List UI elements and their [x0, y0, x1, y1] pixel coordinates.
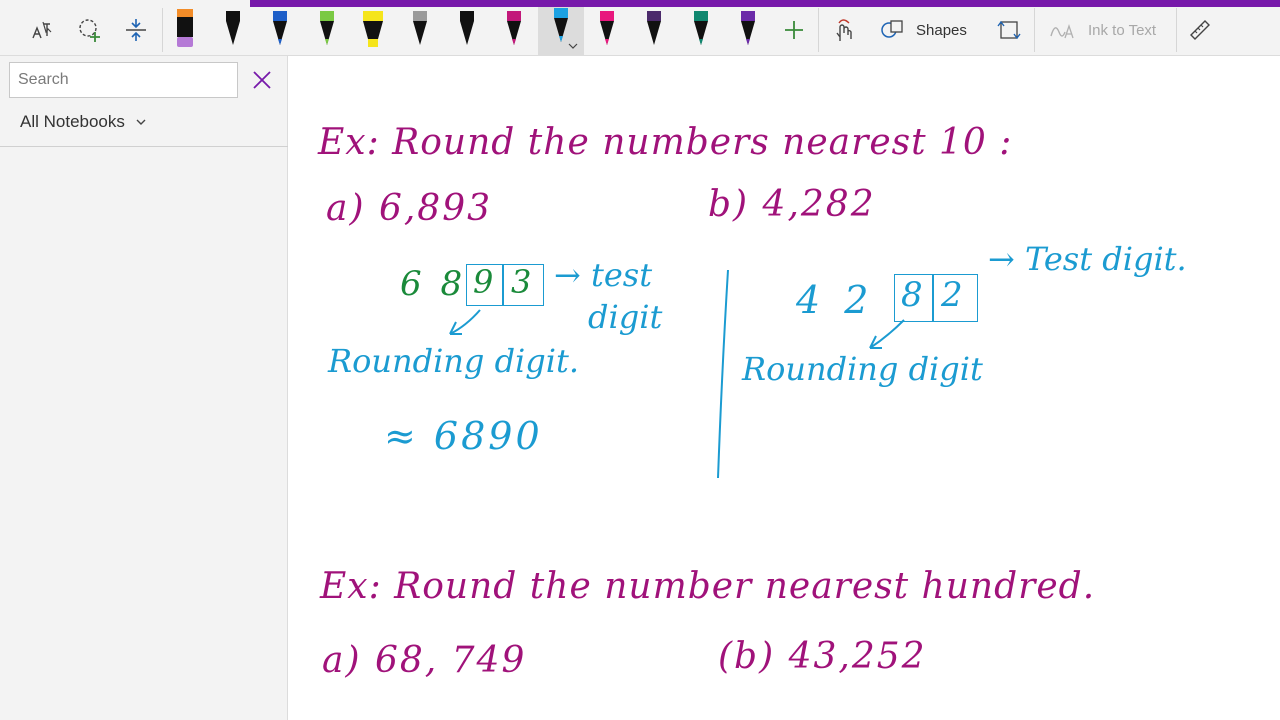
ink-a-arrow: [449, 309, 481, 335]
ink-to-text-label: Ink to Text: [1088, 21, 1157, 39]
plus-icon: [785, 21, 803, 39]
ink-a-test-digit: digit: [588, 298, 663, 336]
ink-to-text-button[interactable]: Ink to Text: [1048, 8, 1166, 52]
search-input[interactable]: [9, 62, 238, 98]
highlighter-icon: [363, 11, 383, 47]
notebooks-dropdown[interactable]: All Notebooks: [20, 112, 147, 132]
ink-box-3: 3: [502, 263, 544, 306]
ink-box-9: 9: [466, 263, 504, 306]
pen-icon: [460, 11, 474, 45]
pen-icon: [554, 8, 578, 49]
notebooks-label: All Notebooks: [20, 112, 125, 131]
touch-hand-icon: [836, 19, 852, 41]
ink-a-test: → test: [554, 256, 653, 294]
accent-bar: [250, 0, 1280, 7]
ink-a-result: ≈ 6890: [384, 414, 543, 458]
pen-slot-8-selected[interactable]: [538, 0, 584, 56]
ink-digit-3: 3: [511, 263, 532, 301]
ink-b-test-digit: → Test digit.: [988, 240, 1187, 278]
ink-ex2-title: Ex: Round the number nearest hundred.: [320, 566, 1096, 607]
ink-digit-9: 9: [473, 263, 494, 301]
pen-slot-2[interactable]: [265, 5, 295, 53]
ink-ex1-part-b: b) 4,282: [708, 184, 876, 225]
insert-space-icon: [126, 19, 146, 41]
pen-slot-11[interactable]: [686, 5, 716, 53]
pen-icon: [226, 11, 240, 45]
pen-icon: [600, 11, 614, 45]
pen-icon: [694, 11, 708, 45]
pen-icon: [507, 11, 521, 45]
pen-icon: [273, 11, 287, 45]
pen-slot-3[interactable]: [312, 5, 342, 53]
ruler-button[interactable]: [1186, 8, 1214, 52]
pen-icon: [320, 11, 334, 45]
pen-slot-9[interactable]: [592, 5, 622, 53]
ink-b-digits: 4 2: [796, 278, 875, 322]
pen-slot-10[interactable]: [639, 5, 669, 53]
pen-icon: [741, 11, 755, 45]
lasso-plus-icon: [79, 19, 100, 42]
ink-digit-8: 8: [901, 275, 923, 315]
shapes-icon: [881, 20, 903, 38]
ink-to-shape-button[interactable]: [994, 8, 1024, 52]
close-search-button[interactable]: [250, 68, 274, 92]
ink-convert-icon: [997, 20, 1021, 40]
ink-digit-2: 2: [941, 275, 963, 315]
pen-slot-7[interactable]: [499, 5, 529, 53]
ink-a-digits: 6 8: [400, 264, 467, 304]
ink-ex2-part-b: (b) 43,252: [718, 636, 927, 677]
pen-icon: [413, 11, 427, 45]
navigation-pane: All Notebooks: [0, 56, 288, 720]
touch-draw-button[interactable]: [828, 8, 858, 52]
lasso-add-tool[interactable]: [74, 8, 106, 52]
shapes-label: Shapes: [916, 21, 967, 39]
lasso-text-icon: [32, 21, 52, 39]
ink-box-2: 2: [932, 274, 978, 322]
pen-slot-12[interactable]: [733, 5, 763, 53]
pen-slot-1[interactable]: [218, 5, 248, 53]
pen-slot-0[interactable]: [170, 5, 200, 53]
ink-a-rounding-digit: Rounding digit.: [328, 342, 580, 380]
pen-slot-4[interactable]: [358, 5, 388, 53]
ink-ex2-part-a: a) 68, 749: [322, 640, 527, 681]
ink-b-rounding-digit: Rounding digit: [742, 350, 983, 388]
highlighter-icon: [177, 9, 193, 47]
ink-box-8: 8: [894, 274, 934, 322]
chevron-down-icon: [136, 119, 146, 125]
ribbon-toolbar: Shapes Ink to Text: [0, 0, 1280, 56]
add-pen-button[interactable]: [780, 8, 808, 52]
pen-icon: [647, 11, 661, 45]
ink-ex1-part-a: a) 6,893: [326, 188, 493, 229]
insert-space-tool[interactable]: [120, 8, 152, 52]
lasso-select-tool[interactable]: [26, 8, 58, 52]
ink-divider-line: [717, 269, 729, 479]
shapes-button[interactable]: Shapes: [880, 8, 980, 52]
ruler-icon: [1190, 20, 1210, 40]
page-canvas[interactable]: Ex: Round the numbers nearest 10 : a) 6,…: [288, 56, 1280, 720]
close-icon: [253, 71, 271, 89]
pen-slot-5[interactable]: [405, 5, 435, 53]
ink-b-arrow: [869, 319, 905, 349]
pen-slot-6[interactable]: [452, 5, 482, 53]
ink-ex1-title: Ex: Round the numbers nearest 10 :: [318, 122, 1013, 163]
ink-to-text-icon: [1050, 23, 1074, 39]
